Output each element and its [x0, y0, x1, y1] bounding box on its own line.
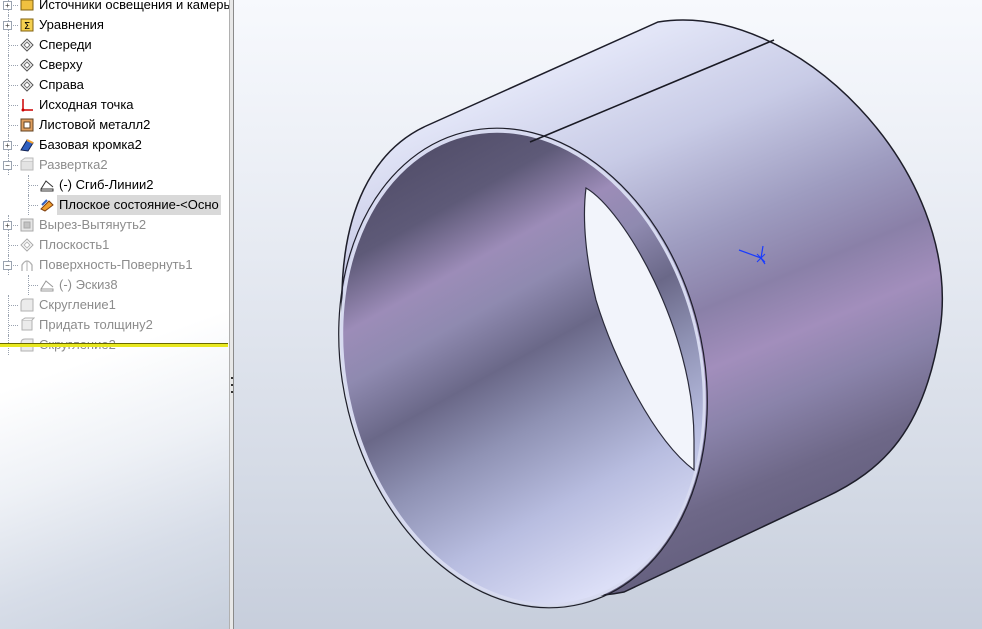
tree-item[interactable]: Придать толщину2 [0, 315, 229, 335]
tree-connector [9, 85, 18, 86]
tree-item-label: Исходная точка [39, 97, 134, 112]
fillet-icon [19, 297, 35, 313]
tree-item[interactable]: Листовой металл2 [0, 115, 229, 135]
tree-item[interactable]: Скругление1 [0, 295, 229, 315]
expand-toggle-icon[interactable]: + [3, 1, 12, 10]
tree-connector [29, 285, 38, 286]
tree-connector [9, 125, 18, 126]
tree-item-label: Придать толщину2 [39, 317, 153, 332]
tree-item-label: Базовая кромка2 [39, 137, 142, 152]
tree-item[interactable]: − Поверхность-Повернуть1 [0, 255, 229, 275]
tree-item-label: Развертка2 [39, 157, 108, 172]
plane-icon [19, 37, 35, 53]
tree-item-label: Сверху [39, 57, 83, 72]
folder-lights-icon [19, 0, 35, 13]
expand-toggle-icon[interactable]: + [3, 221, 12, 230]
tree-item[interactable]: Плоское состояние-<Осно [0, 195, 229, 215]
base-flange-icon [19, 137, 35, 153]
tree-item[interactable]: Плоскость1 [0, 235, 229, 255]
tree-item[interactable]: + Σ Уравнения [0, 15, 229, 35]
tree-connector [29, 185, 38, 186]
tree-item[interactable]: + Источники освещения и камеры [0, 0, 229, 15]
tree-item-label: (-) Сгиб-Линии2 [59, 177, 154, 192]
tree-item-label: Листовой металл2 [39, 117, 151, 132]
tree-item[interactable]: + Базовая кромка2 [0, 135, 229, 155]
tree-item-label: Поверхность-Повернуть1 [39, 257, 193, 272]
graphics-area[interactable] [234, 0, 982, 629]
tree-item-label: (-) Эскиз8 [59, 277, 118, 292]
flatten-icon [19, 157, 35, 173]
plane-icon [19, 77, 35, 93]
sketch-icon [39, 277, 55, 293]
rollback-bar[interactable] [0, 343, 228, 347]
tree-item-label: Плоское состояние-<Осно [57, 195, 221, 215]
plane-icon [19, 57, 35, 73]
tree-item-label: Спереди [39, 37, 92, 52]
collapse-toggle-icon[interactable]: − [3, 261, 12, 270]
tree-item[interactable]: − Развертка2 [0, 155, 229, 175]
tree-item-label: Вырез-Вытянуть2 [39, 217, 147, 232]
tree-item-label: Источники освещения и камеры [39, 0, 229, 12]
tree-connector [9, 245, 18, 246]
model-view[interactable] [234, 0, 982, 629]
tree-connector [9, 45, 18, 46]
origin-icon [19, 97, 35, 113]
extruded-cut-icon [19, 217, 35, 233]
tree-item[interactable]: Сверху [0, 55, 229, 75]
sketch-icon [39, 177, 55, 193]
tree-item-label: Скругление1 [39, 297, 116, 312]
expand-toggle-icon[interactable]: + [3, 141, 12, 150]
revolve-surface-icon [19, 257, 35, 273]
tree-item[interactable]: (-) Сгиб-Линии2 [0, 175, 229, 195]
tree-item-label: Плоскость1 [39, 237, 110, 252]
feature-manager-tree[interactable]: + Источники освещения и камеры + Σ Уравнения… [0, 0, 229, 629]
solidworks-window: + Источники освещения и камеры + Σ Уравнения… [0, 0, 982, 629]
svg-text:Σ: Σ [24, 21, 30, 32]
collapse-toggle-icon[interactable]: − [3, 161, 12, 170]
tree-item-label: Справа [39, 77, 84, 92]
tree-connector [9, 325, 18, 326]
tree-item[interactable]: Справа [0, 75, 229, 95]
equations-icon: Σ [19, 17, 35, 33]
expand-toggle-icon[interactable]: + [3, 21, 12, 30]
tree-connector [9, 305, 18, 306]
tree-item[interactable]: + Вырез-Вытянуть2 [0, 215, 229, 235]
plane-icon [19, 237, 35, 253]
tree-connector [9, 65, 18, 66]
tree-connector [29, 205, 38, 206]
tree-item-label: Уравнения [39, 17, 104, 32]
tree-connector [9, 105, 18, 106]
thicken-icon [19, 317, 36, 333]
tree-item[interactable]: Спереди [0, 35, 229, 55]
tree-item[interactable]: (-) Эскиз8 [0, 275, 229, 295]
flat-pattern-icon [39, 197, 55, 213]
splitter-grip-icon[interactable] [230, 376, 233, 396]
sheet-metal-icon [19, 117, 35, 133]
feature-tree-list: + Источники освещения и камеры + Σ Уравнения… [0, 0, 229, 355]
tree-item[interactable]: Исходная точка [0, 95, 229, 115]
